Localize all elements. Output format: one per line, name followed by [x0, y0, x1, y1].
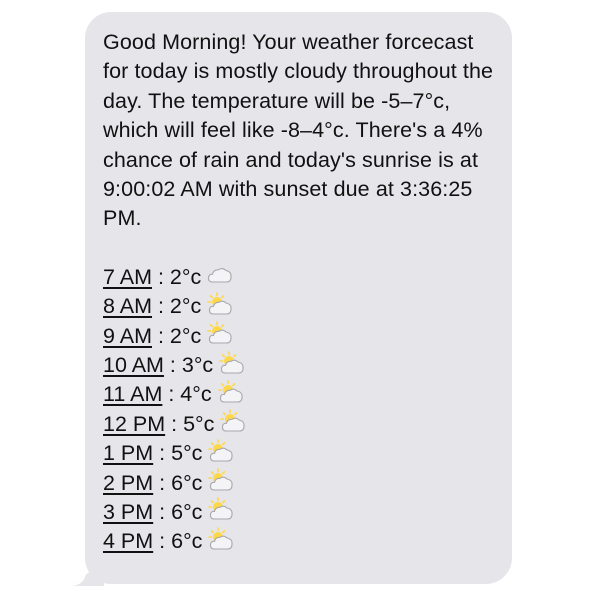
forecast-temperature: 4°c: [180, 382, 212, 407]
forecast-separator: :: [153, 529, 172, 554]
sun-behind-cloud-icon: [220, 409, 246, 441]
forecast-temperature: 6°c: [171, 499, 203, 524]
forecast-separator: :: [163, 353, 182, 378]
forecast-time-link[interactable]: 4 PM: [103, 527, 153, 556]
forecast-row: 4 PM : 6°c: [103, 527, 494, 556]
cloud-icon: [207, 263, 233, 293]
forecast-temperature: 5°c: [183, 411, 215, 436]
forecast-time-link[interactable]: 9 AM: [103, 322, 152, 351]
forecast-time-link[interactable]: 1 PM: [103, 439, 153, 468]
forecast-row: 2 PM : 6°c: [103, 468, 494, 500]
forecast-separator: :: [153, 499, 172, 524]
forecast-temperature: 6°c: [171, 470, 203, 495]
sun-behind-cloud-icon: [208, 527, 234, 559]
forecast-row: 10 AM : 3°c: [103, 350, 494, 383]
forecast-separator: :: [165, 411, 184, 436]
sun-behind-cloud-icon: [217, 380, 244, 412]
sun-behind-cloud-icon: [208, 438, 234, 471]
sun-behind-cloud-icon: [207, 321, 233, 353]
forecast-time-link[interactable]: 11 AM: [103, 380, 162, 409]
forecast-separator: :: [152, 323, 170, 348]
forecast-temperature: 6°c: [171, 529, 203, 554]
forecast-separator: :: [153, 441, 172, 466]
forecast-time-link[interactable]: 7 AM: [103, 263, 152, 292]
forecast-temperature: 2°c: [169, 264, 202, 289]
forecast-time-link[interactable]: 12 PM: [103, 410, 165, 439]
sun-behind-cloud-icon: [208, 497, 234, 529]
hourly-forecast-list: 7 AM : 2°c 8 AM : 2°c 9 AM : 2°c 10 AM :…: [103, 263, 494, 557]
forecast-temperature: 5°c: [171, 441, 203, 466]
forecast-time-link[interactable]: 8 AM: [103, 292, 152, 321]
forecast-temperature: 2°c: [169, 323, 202, 348]
forecast-separator: :: [153, 470, 172, 495]
forecast-time-link[interactable]: 3 PM: [103, 498, 153, 527]
forecast-time-link[interactable]: 2 PM: [103, 469, 153, 498]
sun-behind-cloud-icon: [219, 350, 245, 383]
sun-behind-cloud-icon: [207, 291, 233, 324]
message-text: Good Morning! Your weather forcecast for…: [103, 30, 494, 231]
forecast-separator: :: [152, 294, 170, 319]
forecast-row: 9 AM : 2°c: [103, 321, 494, 353]
forecast-row: 1 PM : 5°c: [103, 438, 494, 471]
forecast-temperature: 2°c: [169, 294, 202, 319]
forecast-row: 3 PM : 6°c: [103, 497, 494, 529]
forecast-time-link[interactable]: 10 AM: [103, 351, 164, 380]
message-bubble[interactable]: Good Morning! Your weather forcecast for…: [85, 12, 512, 584]
forecast-separator: :: [162, 382, 181, 407]
forecast-row: 12 PM : 5°c: [103, 409, 494, 441]
forecast-row: 7 AM : 2°c: [103, 263, 494, 292]
forecast-row: 8 AM : 2°c: [103, 291, 494, 324]
sun-behind-cloud-icon: [208, 468, 234, 500]
forecast-temperature: 3°c: [181, 353, 214, 378]
forecast-separator: :: [152, 264, 170, 289]
forecast-row: 11 AM : 4°c: [103, 380, 494, 409]
